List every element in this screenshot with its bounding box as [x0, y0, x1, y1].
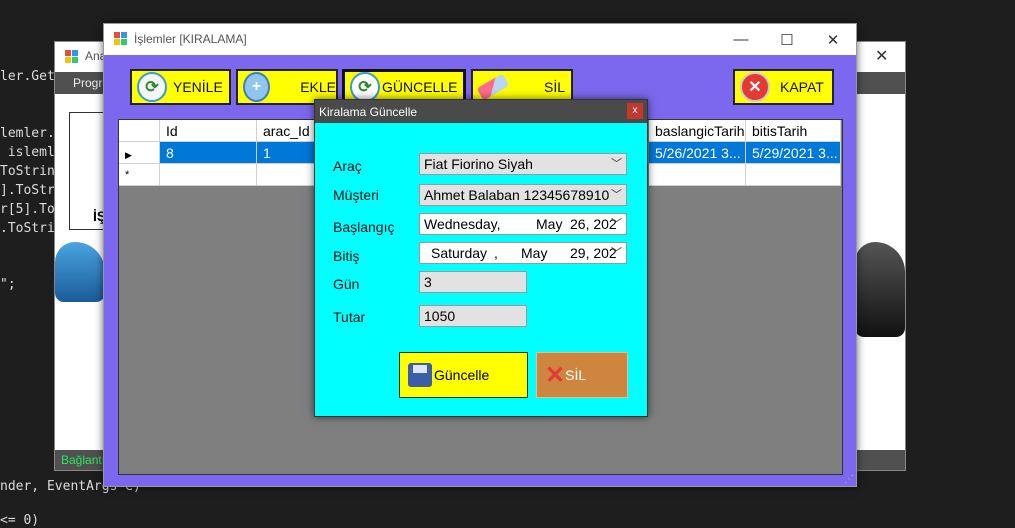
- chevron-down-icon: ﹀: [611, 158, 622, 170]
- musteri-select[interactable]: Ahmet Balaban 12345678910 ﹀: [419, 184, 627, 206]
- dialog-update-button[interactable]: Güncelle: [399, 352, 528, 398]
- app-icon: [65, 50, 79, 64]
- resize-grip-icon[interactable]: ⋰: [844, 474, 854, 485]
- row-selector[interactable]: ▶: [119, 142, 160, 164]
- maximize-icon: ☐: [780, 31, 794, 49]
- close-icon: ✕: [826, 31, 840, 49]
- table-cell[interactable]: 1: [257, 142, 317, 164]
- musteri-value: Ahmet Balaban 12345678910: [424, 187, 610, 203]
- column-header[interactable]: Id: [160, 120, 257, 142]
- column-header[interactable]: baslangicTarih: [649, 120, 746, 142]
- grid-corner: [119, 120, 160, 142]
- chevron-down-icon: ﹀: [611, 218, 622, 230]
- minimize-icon: —: [733, 31, 749, 48]
- refresh-icon: ⟳: [137, 72, 167, 102]
- baslangic-date-picker[interactable]: Wednesday, May 26, 202 ﹀: [419, 213, 627, 235]
- dialog-titlebar: Kiralama Güncelle x: [315, 100, 647, 123]
- bitis-date-picker[interactable]: Saturday , May 29, 202 ﹀: [419, 242, 627, 264]
- date-month: May: [536, 216, 563, 232]
- date-day: Wednesday,: [424, 216, 501, 232]
- delete-x-icon: ✕: [545, 361, 566, 389]
- table-cell[interactable]: [257, 164, 317, 186]
- code-line: r[5].To: [0, 202, 55, 217]
- baslangic-label: Başlangıç: [333, 219, 395, 235]
- add-label: EKLE: [300, 79, 336, 95]
- islemler-titlebar: İşlemler [KIRALAMA] — ☐ ✕: [104, 24, 856, 55]
- code-line: .ToStri: [0, 221, 55, 236]
- row-pointer-icon: ▶: [125, 150, 132, 160]
- column-header[interactable]: arac_Id: [257, 120, 317, 142]
- code-line: ].ToStr: [0, 183, 55, 198]
- arac-label: Araç: [333, 158, 362, 174]
- maximize-button[interactable]: ☐: [764, 24, 810, 55]
- plus-icon: +: [243, 72, 271, 102]
- date-day-year: 29, 202: [570, 245, 617, 261]
- musteri-label: Müşteri: [333, 187, 379, 203]
- status-text: Bağlantı: [61, 453, 106, 467]
- eraser-icon: [476, 73, 510, 101]
- dialog-close-button[interactable]: x: [627, 103, 643, 119]
- code-line: lemler.: [0, 126, 55, 141]
- chevron-down-icon: ﹀: [611, 189, 622, 201]
- date-day-year: 26, 202: [570, 216, 617, 232]
- gun-field[interactable]: 3: [419, 271, 527, 293]
- table-cell[interactable]: 8: [160, 142, 257, 164]
- close-icon[interactable]: ✕: [875, 46, 888, 66]
- delete-label: SİL: [544, 79, 566, 95]
- table-cell[interactable]: [746, 164, 841, 186]
- table-cell[interactable]: 5/29/2021 3...: [746, 142, 841, 164]
- code-line: ToStrin: [0, 164, 55, 179]
- dialog-delete-button[interactable]: ✕ SİL: [536, 352, 628, 398]
- tutar-label: Tutar: [333, 309, 366, 325]
- save-icon: [408, 363, 432, 387]
- table-cell[interactable]: [160, 164, 257, 186]
- arac-value: Fiat Fiorino Siyah: [424, 156, 533, 172]
- gun-label: Gün: [333, 276, 360, 292]
- tutar-field[interactable]: 1050: [419, 305, 527, 327]
- update-icon: ⟳: [350, 72, 380, 102]
- table-cell[interactable]: 5/26/2021 3...: [649, 142, 746, 164]
- update-label: GÜNCELLE: [382, 79, 458, 95]
- kiralama-guncelle-dialog: Kiralama Güncelle x Araç Fiat Fiorino Si…: [314, 99, 648, 417]
- close-button[interactable]: ✕: [810, 24, 856, 55]
- app-icon: [114, 32, 128, 46]
- date-day: Saturday: [431, 245, 488, 261]
- dialog-title: Kiralama Güncelle: [319, 105, 418, 119]
- bitis-label: Bitiş: [333, 248, 360, 264]
- table-cell[interactable]: [649, 164, 746, 186]
- code-line: <= 0): [0, 513, 40, 528]
- arac-select[interactable]: Fiat Fiorino Siyah ﹀: [419, 153, 627, 175]
- new-row-marker[interactable]: *: [119, 164, 160, 186]
- date-comma: ,: [494, 245, 498, 261]
- code-line: ler.Get: [0, 69, 55, 84]
- window-title: İşlemler [KIRALAMA]: [134, 32, 247, 46]
- close-label: KAPAT: [780, 79, 824, 95]
- blue-car-image: [55, 242, 105, 302]
- column-header[interactable]: bitisTarih: [746, 120, 841, 142]
- chevron-down-icon: ﹀: [611, 247, 622, 259]
- black-car-image: [855, 242, 905, 337]
- dialog-delete-label: SİL: [565, 367, 587, 383]
- date-month: May: [521, 245, 548, 261]
- close-form-button[interactable]: ✕ KAPAT: [733, 69, 834, 105]
- refresh-label: YENİLE: [173, 79, 223, 95]
- minimize-button[interactable]: —: [718, 24, 764, 55]
- refresh-button[interactable]: ⟳ YENİLE: [130, 69, 231, 105]
- code-line: ";: [0, 277, 16, 292]
- close-circle-icon: ✕: [740, 72, 770, 102]
- dialog-update-label: Güncelle: [434, 367, 490, 383]
